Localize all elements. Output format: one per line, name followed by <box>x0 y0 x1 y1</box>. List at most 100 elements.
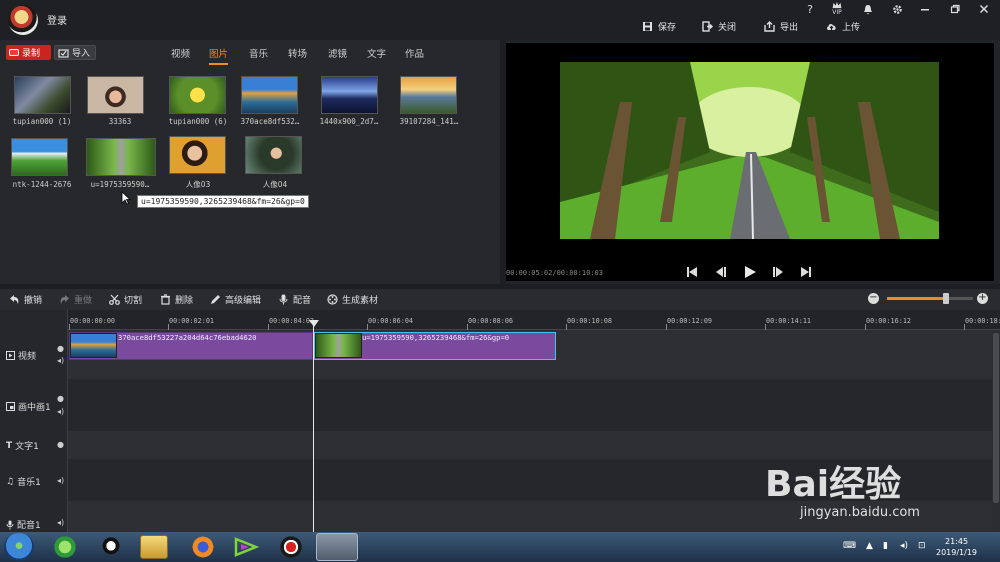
undo-button[interactable]: 撤销 <box>9 292 42 306</box>
firefox-icon[interactable] <box>190 535 216 559</box>
speaker-icon[interactable]: ◂) <box>57 518 64 527</box>
save-button[interactable]: 保存 <box>642 18 676 34</box>
ruler-tick-label: 00:00:06:04 <box>368 317 414 325</box>
track-name: 配音1 <box>17 521 41 531</box>
system-clock[interactable]: 21:45 2019/1/19 <box>936 536 977 558</box>
start-button[interactable] <box>4 533 34 561</box>
media-app-icon[interactable] <box>233 535 260 559</box>
qq-icon[interactable] <box>98 535 124 559</box>
image-thumbnail[interactable] <box>169 76 226 114</box>
zoom-slider-handle[interactable] <box>943 293 949 304</box>
speaker-icon[interactable]: ◂) <box>57 356 64 365</box>
tab-transition[interactable]: 转场 <box>288 46 307 60</box>
tab-works[interactable]: 作品 <box>405 46 424 60</box>
video-editor-taskbar-button[interactable] <box>316 533 358 561</box>
upload-button[interactable]: 上传 <box>826 18 860 34</box>
tab-video[interactable]: 视频 <box>171 46 190 60</box>
record-icon <box>9 49 19 56</box>
tab-filter[interactable]: 滤镜 <box>328 46 347 60</box>
pip-track-icon <box>6 402 15 411</box>
generate-material-button[interactable]: 生成素材 <box>327 292 378 306</box>
music-note-icon: ♫ <box>6 476 15 487</box>
zoom-in-button[interactable]: + <box>977 293 988 304</box>
bell-icon[interactable] <box>861 2 875 16</box>
ruler-tick-label: 00:00:16:12 <box>866 317 912 325</box>
microphone-icon <box>6 520 14 529</box>
redo-button[interactable]: 重做 <box>59 292 92 306</box>
eye-icon[interactable]: ● <box>57 394 64 403</box>
restore-icon[interactable] <box>948 2 962 16</box>
preview-timecode: 00:00:05:02/00:00:10:03 <box>506 269 603 277</box>
delete-button[interactable]: 删除 <box>160 292 193 306</box>
file-explorer-icon[interactable] <box>140 535 168 559</box>
image-thumbnail[interactable] <box>241 76 298 114</box>
image-thumbnail[interactable] <box>86 138 156 176</box>
vip-label: VIP <box>832 9 842 16</box>
volume-icon[interactable]: ◂) <box>900 541 908 551</box>
eye-icon[interactable]: ● <box>57 440 64 449</box>
playhead-handle[interactable] <box>309 320 319 327</box>
image-thumbnail[interactable] <box>87 76 144 114</box>
pencil-icon <box>211 294 220 304</box>
tab-image[interactable]: 图片 <box>209 46 229 65</box>
image-thumbnail[interactable] <box>14 76 71 114</box>
skip-to-end-button[interactable] <box>798 264 814 280</box>
help-icon[interactable]: ? <box>803 2 817 16</box>
refresh-app-icon[interactable] <box>52 535 78 559</box>
pip-track-row[interactable] <box>68 379 992 431</box>
track-name: 音乐1 <box>17 478 41 488</box>
dub-button[interactable]: 配音 <box>278 292 311 306</box>
thumbnail-caption: 人像04 <box>262 180 288 189</box>
prev-frame-icon <box>716 267 726 277</box>
zoom-slider-fill <box>887 297 947 300</box>
speaker-icon[interactable]: ◂) <box>57 476 64 485</box>
zoom-out-button[interactable]: − <box>868 293 879 304</box>
close-file-button[interactable]: 关闭 <box>702 18 736 34</box>
save-icon <box>643 21 652 31</box>
screen-recorder-icon[interactable] <box>278 535 304 559</box>
import-button[interactable]: 导入 <box>54 45 96 60</box>
tab-music[interactable]: 音乐 <box>249 46 268 60</box>
next-frame-button[interactable] <box>770 264 786 280</box>
eye-icon[interactable]: ● <box>57 344 64 353</box>
watermark-url: jingyan.baidu.com <box>800 505 920 520</box>
tab-text[interactable]: 文字 <box>367 46 386 60</box>
speaker-icon[interactable]: ◂) <box>57 407 64 416</box>
track-name: 文字1 <box>15 442 39 452</box>
watermark-brand: Bai经验 <box>765 464 902 505</box>
thumbnail-tooltip: u=1975359590,3265239468&fm=26&gp=0 <box>137 195 309 208</box>
record-button[interactable]: 录制 <box>6 45 51 60</box>
play-button[interactable] <box>742 264 758 280</box>
network-icon[interactable]: ▮ <box>883 541 888 551</box>
image-thumbnail[interactable] <box>169 136 226 174</box>
export-button[interactable]: 导出 <box>764 18 798 34</box>
previous-frame-button[interactable] <box>713 264 729 280</box>
vip-icon[interactable]: VIP <box>830 2 844 16</box>
minimize-icon[interactable] <box>918 2 932 16</box>
image-thumbnail[interactable] <box>400 76 457 114</box>
image-thumbnail[interactable] <box>11 138 68 176</box>
keyboard-icon[interactable]: ⌨ <box>843 541 856 551</box>
login-link[interactable]: 登录 <box>47 12 67 27</box>
thumbnail-caption: ntk-1244-2676 <box>12 180 72 189</box>
close-window-icon[interactable] <box>977 2 991 16</box>
tray-up-arrow-icon[interactable]: ▲ <box>866 541 873 551</box>
image-thumbnail[interactable] <box>321 76 378 114</box>
record-label: 录制 <box>22 49 41 59</box>
playhead-line[interactable] <box>313 320 314 532</box>
image-thumbnail[interactable] <box>245 136 302 174</box>
ruler-tick-label: 00:00:18: <box>965 317 1000 325</box>
skip-start-icon <box>687 267 697 277</box>
clock-time: 21:45 <box>944 537 969 546</box>
skip-to-start-button[interactable] <box>684 264 700 280</box>
gear-icon[interactable] <box>890 2 904 16</box>
app-logo[interactable] <box>8 5 38 35</box>
cut-button[interactable]: 切割 <box>109 292 142 306</box>
input-method-icon[interactable]: ⊡ <box>918 541 926 551</box>
timeline-scrollbar-thumb[interactable] <box>993 333 999 503</box>
clock-date: 2019/1/19 <box>936 548 978 557</box>
import-icon <box>58 48 69 58</box>
text-track-icon: T <box>6 440 13 451</box>
advanced-edit-button[interactable]: 高级编辑 <box>210 292 261 306</box>
redo-label: 重做 <box>74 295 93 306</box>
